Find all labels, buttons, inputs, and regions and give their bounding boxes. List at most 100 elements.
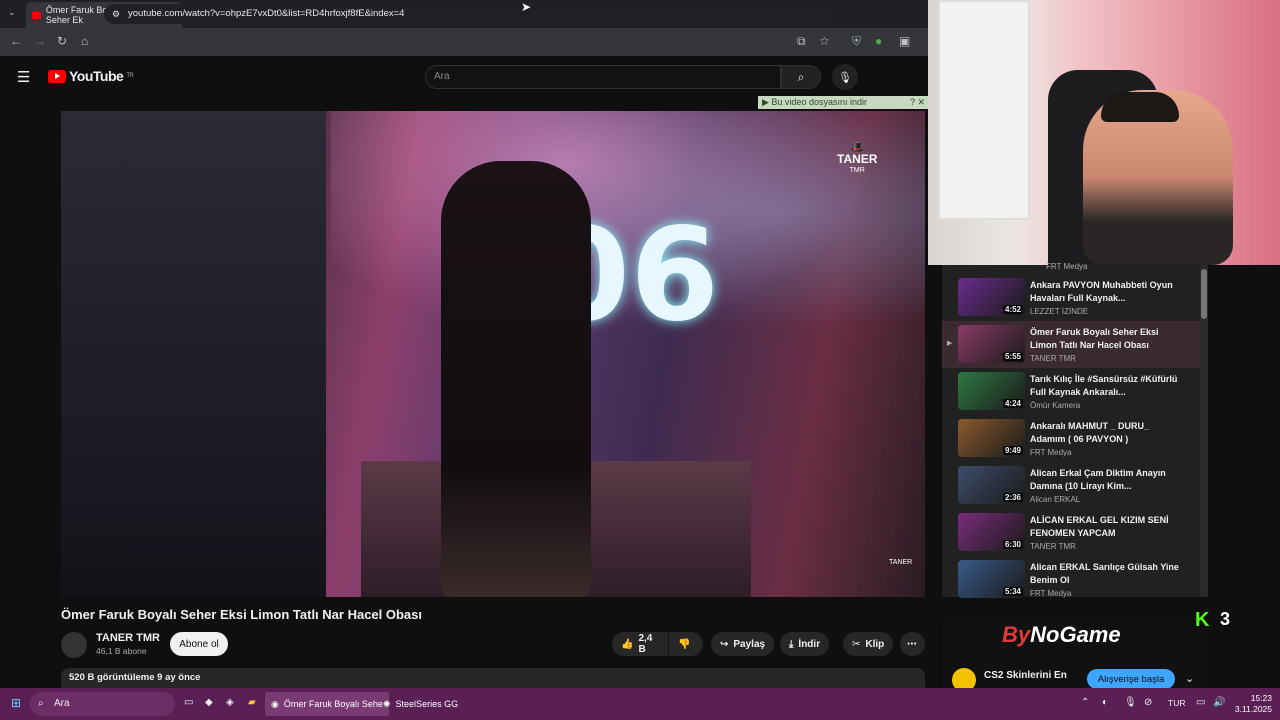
playlist-thumbnail[interactable]: 6:30 (958, 513, 1025, 551)
playlist-channel: TANER TMR (1030, 354, 1076, 363)
language-indicator[interactable]: TUR (1168, 698, 1185, 708)
tray-mute-icon[interactable]: ⊘ (1144, 697, 1152, 708)
dislike-button[interactable]: 👎 (669, 632, 703, 656)
playlist-thumbnail[interactable]: 5:55 (958, 325, 1025, 363)
bookmark-star-icon[interactable]: ☆ (819, 34, 830, 48)
playlist-title[interactable]: Alican Erkal Çam Diktim Anayın Damına (1… (1030, 467, 1180, 493)
extension-green-icon[interactable]: ● (875, 34, 882, 48)
playlist-thumbnail[interactable]: 9:49 (958, 419, 1025, 457)
clip-button[interactable]: ✂ Klip (843, 632, 894, 656)
forward-icon[interactable]: → (34, 34, 46, 48)
voice-search-button[interactable]: 🎙 (832, 64, 858, 90)
playlist-channel: FRT Medya (1030, 448, 1072, 457)
playlist-thumbnail[interactable]: 2:36 (958, 466, 1025, 504)
kick-logo: K (1195, 609, 1210, 631)
youtube-play-icon (48, 69, 66, 83)
playlist-duration: 6:30 (1002, 540, 1023, 549)
playlist-thumbnail[interactable]: 4:24 (958, 372, 1025, 410)
thumbs-up-icon: 👍 (621, 638, 634, 650)
video-player[interactable]: 06 🎩 TANER TMR TANER (61, 111, 925, 597)
extension-puzzle-icon[interactable]: ▣ (899, 34, 910, 48)
taskbar-steelseries-app[interactable]: ✺ SteelSeries GG (377, 692, 464, 716)
search-placeholder: Ara (434, 71, 450, 82)
tab-search-icon[interactable]: ⌄ (8, 7, 16, 18)
tray-app-icon[interactable]: ◐ (1102, 697, 1108, 708)
address-bar[interactable]: ⚙ youtube.com/watch?v=ohpzE7vxDt0&list=R… (104, 4, 836, 24)
search-button[interactable]: ⌕ (781, 65, 821, 89)
menu-icon[interactable]: ☰ (17, 68, 30, 86)
playlist-scrollbar[interactable] (1200, 265, 1208, 597)
playlist-item[interactable]: ▶ 5:55 Ömer Faruk Boyalı Seher Eksi Limon … (942, 321, 1200, 368)
playlist-item[interactable]: 9:49 Ankaralı MAHMUT _ DURU_ Adamım ( 06 … (942, 415, 1200, 462)
back-icon[interactable]: ← (10, 34, 22, 48)
playlist-item[interactable]: 6:30 ALİCAN ERKAL GEL KIZIM SENİ FENOMEN … (942, 509, 1200, 556)
playlist-duration: 4:52 (1002, 305, 1023, 314)
taskbar-search[interactable]: ⌕ Ara (30, 692, 175, 716)
playlist-scroll-thumb[interactable] (1201, 269, 1207, 319)
windows-start-icon[interactable]: ⊞ (11, 696, 21, 710)
tray-mic-icon[interactable]: 🎙 (1124, 697, 1137, 708)
network-icon[interactable]: ▭ (1196, 697, 1205, 708)
download-video-bar[interactable]: ▶ Bu video dosyasını indir ? ✕ (758, 96, 928, 109)
ad-expand-icon[interactable]: ⌄ (1185, 672, 1194, 685)
install-icon[interactable]: ⧉ (797, 34, 806, 49)
playlist-title[interactable]: Ankaralı MAHMUT _ DURU_ Adamım ( 06 PAVY… (1030, 420, 1180, 446)
site-info-icon[interactable]: ⚙ (112, 4, 120, 24)
playlist-title[interactable]: ALİCAN ERKAL GEL KIZIM SENİ FENOMEN YAPC… (1030, 514, 1180, 540)
webcam-shelf (938, 0, 1030, 220)
taskbar-chrome-app[interactable]: ◉ Ömer Faruk Boyalı Sehe (265, 692, 389, 716)
chrome-icon: ◉ (271, 699, 279, 709)
video-dancer (441, 161, 591, 597)
home-icon[interactable]: ⌂ (81, 34, 88, 48)
youtube-logo[interactable]: YouTube TR (48, 68, 134, 84)
download-bar-close-icon[interactable]: ? ✕ (910, 96, 928, 109)
playlist-item[interactable]: 5:34 Alican ERKAL Sarılıçe Gülsah Yine Be… (942, 556, 1200, 603)
playlist-channel: Ömür Kamera (1030, 401, 1081, 410)
tray-expand-icon[interactable]: ⌃ (1081, 697, 1089, 708)
share-button[interactable]: ↪ Paylaş (711, 632, 775, 656)
now-playing-icon: ▶ (947, 340, 953, 347)
taskbar-app-icon-2[interactable]: ◈ (226, 697, 234, 708)
playlist-title[interactable]: Ömer Faruk Boyalı Seher Eksi Limon Tatlı… (1030, 326, 1180, 352)
playlist-title[interactable]: Alican ERKAL Sarılıçe Gülsah Yine Benim … (1030, 561, 1180, 587)
download-icon: ⤓ (789, 638, 794, 650)
playlist-thumbnail[interactable]: 5:34 (958, 560, 1025, 598)
clip-label: Klip (865, 638, 885, 650)
volume-icon[interactable]: 🔊 (1213, 697, 1225, 708)
more-actions-button[interactable]: ⋯ (900, 632, 925, 656)
video-left-panel (61, 111, 326, 597)
playlist-channel: TANER TMR (1030, 542, 1076, 551)
playlist-title[interactable]: Tarık Kılıç İle #Sansürsüz #Küfürlü Full… (1030, 373, 1180, 399)
channel-avatar[interactable] (61, 632, 87, 658)
reload-icon[interactable]: ↻ (57, 34, 67, 48)
steelseries-icon: ✺ (383, 699, 391, 709)
url-text: youtube.com/watch?v=ohpzE7vxDt0&list=RD4… (128, 8, 405, 19)
search-icon: ⌕ (797, 69, 805, 84)
clock-time: 15:23 (1250, 693, 1272, 703)
like-button[interactable]: 👍 2,4 B (612, 632, 668, 656)
download-button[interactable]: ⤓ İndir (780, 632, 830, 656)
subscribe-button[interactable]: Abone ol (170, 632, 228, 656)
playlist-duration: 2:36 (1002, 493, 1023, 502)
playlist-title[interactable]: Ankara PAVYON Muhabbeti Oyun Havaları Fu… (1030, 279, 1180, 305)
like-count: 2,4 B (638, 633, 653, 655)
ad-panel[interactable]: ByNoGame CS2 Skinlerini En Alışverişe ba… (942, 614, 1208, 692)
subscriber-count: 46,1 B abone (96, 646, 147, 656)
taskbar-app1-label: Ömer Faruk Boyalı Sehe (283, 699, 383, 709)
file-explorer-icon[interactable]: ▰ (248, 697, 256, 708)
playlist-item[interactable]: 2:36 Alican Erkal Çam Diktim Anayın Damın… (942, 462, 1200, 509)
webcam-overlay (928, 0, 1280, 265)
playlist-item[interactable]: 4:24 Tarık Kılıç İle #Sansürsüz #Küfürlü … (942, 368, 1200, 415)
playlist-thumbnail[interactable]: 4:52 (958, 278, 1025, 316)
download-bar-icon: ▶ (762, 97, 772, 107)
extension-shield-icon[interactable]: ⛨ (852, 34, 861, 49)
channel-name[interactable]: TANER TMR (96, 632, 160, 644)
ad-cta-button[interactable]: Alışverişe başla (1087, 669, 1175, 689)
windows-taskbar: ⊞ ⌕ Ara ▭ ◆ ◈ ▰ ◉ Ömer Faruk Boyalı Sehe … (0, 688, 1280, 720)
taskbar-app-icon-1[interactable]: ◆ (205, 697, 213, 708)
search-input[interactable]: Ara (425, 65, 781, 89)
playlist-item[interactable]: 4:52 Ankara PAVYON Muhabbeti Oyun Havalar… (942, 274, 1200, 321)
taskbar-clock[interactable]: 15:23 3.11.2025 (1228, 693, 1272, 715)
description-box[interactable]: 520 B görüntüleme 9 ay önce (61, 668, 925, 688)
task-view-icon[interactable]: ▭ (184, 697, 193, 708)
